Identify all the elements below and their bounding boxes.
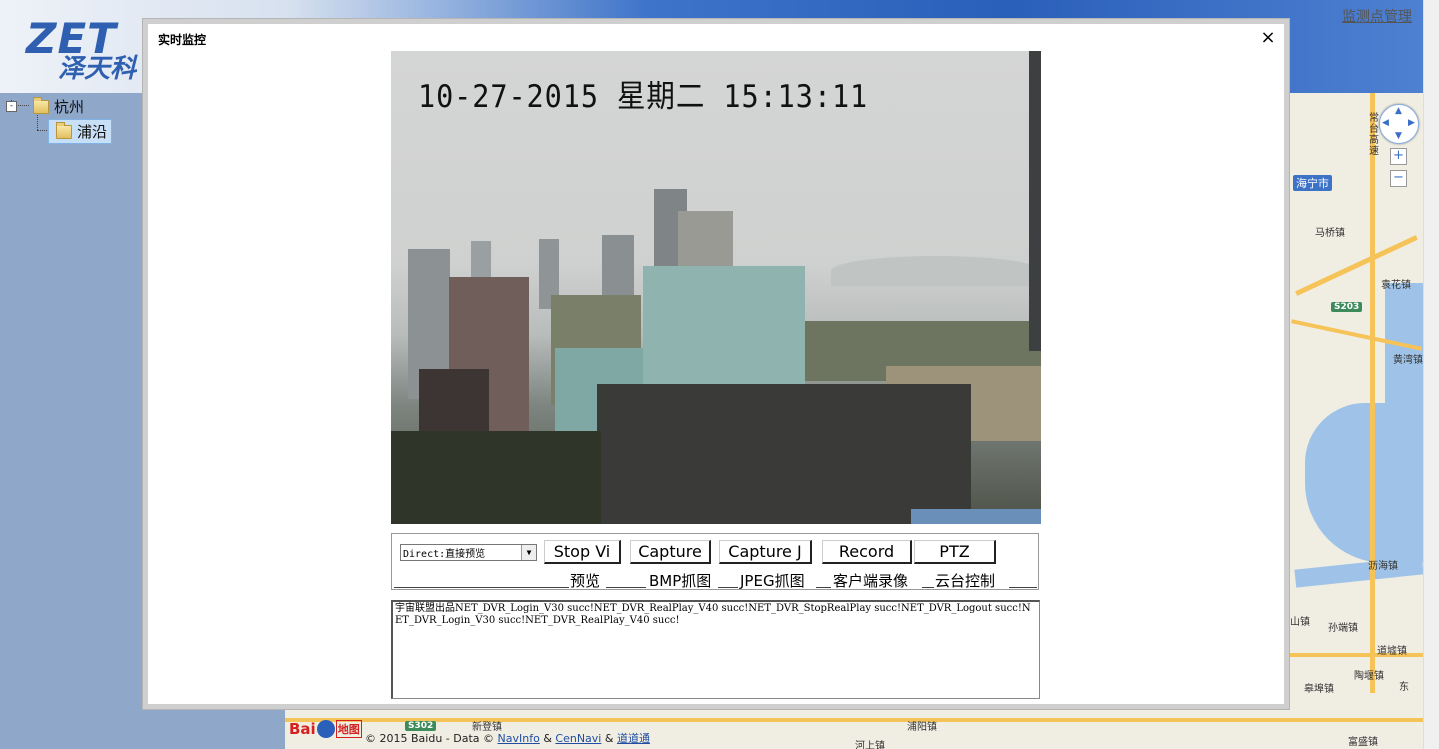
map-label: 浦阳镇: [907, 722, 937, 733]
caption-divider: [816, 587, 831, 588]
camera-video-feed[interactable]: 10-27-2015 星期二 15:13:11: [391, 51, 1041, 524]
tree-node-label: 杭州: [54, 98, 85, 116]
map-label: 沥海镇: [1368, 561, 1398, 572]
cennavi-link[interactable]: CenNavi: [555, 732, 601, 745]
video-timestamp-overlay: 10-27-2015 星期二 15:13:11: [418, 79, 869, 115]
copyright-amp: &: [604, 732, 614, 745]
baidu-logo: Bai 地图: [289, 720, 362, 738]
record-caption: 客户端录像: [833, 572, 909, 590]
copyright-text: © 2015 Baidu - Data ©: [365, 732, 498, 745]
map-road: [1370, 93, 1375, 693]
pan-down-icon[interactable]: ▼: [1395, 131, 1402, 141]
capture-jpeg-caption: JPEG抓图: [740, 572, 805, 590]
map-label: 黄湾镇: [1393, 355, 1423, 366]
map-label: 河上镇: [855, 741, 885, 749]
daodaotong-link[interactable]: 道道通: [617, 732, 650, 745]
copyright-amp: &: [543, 732, 552, 745]
video-hills: [831, 256, 1041, 286]
caption-divider: [606, 587, 646, 588]
navinfo-link[interactable]: NavInfo: [498, 732, 540, 745]
map-label: 海宁市: [1293, 175, 1332, 191]
map-label: 皋埠镇: [1304, 684, 1334, 695]
tree-node-selected[interactable]: 浦沿: [48, 119, 113, 144]
zoom-in-button[interactable]: +: [1390, 148, 1407, 165]
pan-up-icon[interactable]: ▲: [1395, 106, 1402, 116]
pan-left-icon[interactable]: ◀: [1382, 118, 1389, 128]
tree-node-hangzhou[interactable]: - 杭州: [6, 96, 84, 117]
company-logo-chinese: 泽天科: [58, 54, 137, 84]
record-button[interactable]: Record: [822, 540, 912, 564]
map-label: 陶堰镇: [1354, 671, 1384, 682]
baidu-map-text: 地图: [335, 720, 362, 738]
caption-divider: [394, 587, 569, 588]
video-foreground-building: [597, 384, 971, 524]
collapse-icon[interactable]: -: [6, 101, 17, 112]
highway-shield: S203: [1331, 302, 1363, 312]
folder-icon: [56, 121, 72, 139]
caption-divider: [922, 587, 934, 588]
close-icon[interactable]: ×: [1258, 28, 1278, 48]
map-label: 山镇: [1290, 617, 1310, 628]
caption-divider: [718, 587, 738, 588]
map-pan-control[interactable]: ▲ ▼ ◀ ▶: [1379, 104, 1419, 144]
baidu-paw-icon: [316, 720, 335, 738]
preview-mode-value: Direct:直接预览: [403, 549, 486, 560]
tree-node-puyan[interactable]: 浦沿: [48, 119, 113, 144]
ptz-button[interactable]: PTZ: [914, 540, 996, 564]
map-label: 袁花镇: [1381, 280, 1411, 291]
ptz-caption: 云台控制: [935, 572, 996, 590]
dialog-title: 实时监控: [158, 33, 207, 47]
video-trees: [391, 431, 601, 524]
stop-preview-button[interactable]: Stop Vi: [544, 540, 621, 564]
map-water-channel: [1294, 556, 1423, 588]
map-label: 东: [1399, 682, 1409, 693]
folder-icon: [33, 96, 49, 114]
tree-node-label: 浦沿: [77, 123, 108, 141]
playback-controls: Direct:直接预览 ▼ Stop Vi Capture Capture J …: [391, 533, 1039, 590]
pan-right-icon[interactable]: ▶: [1408, 118, 1415, 128]
video-building-edge: [1029, 51, 1041, 351]
sdk-log-textarea[interactable]: 宇宙联盟出品NET_DVR_Login_V30 succ!NET_DVR_Rea…: [391, 600, 1040, 699]
map-label: 孙端镇: [1328, 623, 1358, 634]
map-road: [285, 718, 1423, 722]
page-scrollbar[interactable]: [1423, 0, 1439, 749]
map-label: 富盛镇: [1348, 737, 1378, 748]
map-label: 马桥镇: [1315, 228, 1345, 239]
baidu-logo-text: Bai: [289, 720, 316, 738]
caption-divider: [1009, 587, 1037, 588]
preview-mode-select[interactable]: Direct:直接预览 ▼: [400, 544, 537, 561]
capture-jpeg-button[interactable]: Capture J: [719, 540, 812, 564]
video-roof-blue: [911, 509, 1041, 524]
stop-preview-caption: 预览: [570, 572, 601, 590]
capture-bmp-button[interactable]: Capture: [630, 540, 711, 564]
map-copyright: © 2015 Baidu - Data © NavInfo & CenNavi …: [365, 730, 650, 746]
capture-bmp-caption: BMP抓图: [649, 572, 712, 590]
monitor-point-management-link[interactable]: 监测点管理: [1342, 6, 1412, 26]
map-label: 道墟镇: [1377, 646, 1407, 657]
chevron-down-icon[interactable]: ▼: [521, 545, 536, 560]
map-water-bay: [1305, 403, 1423, 563]
zoom-out-button[interactable]: −: [1390, 170, 1407, 187]
